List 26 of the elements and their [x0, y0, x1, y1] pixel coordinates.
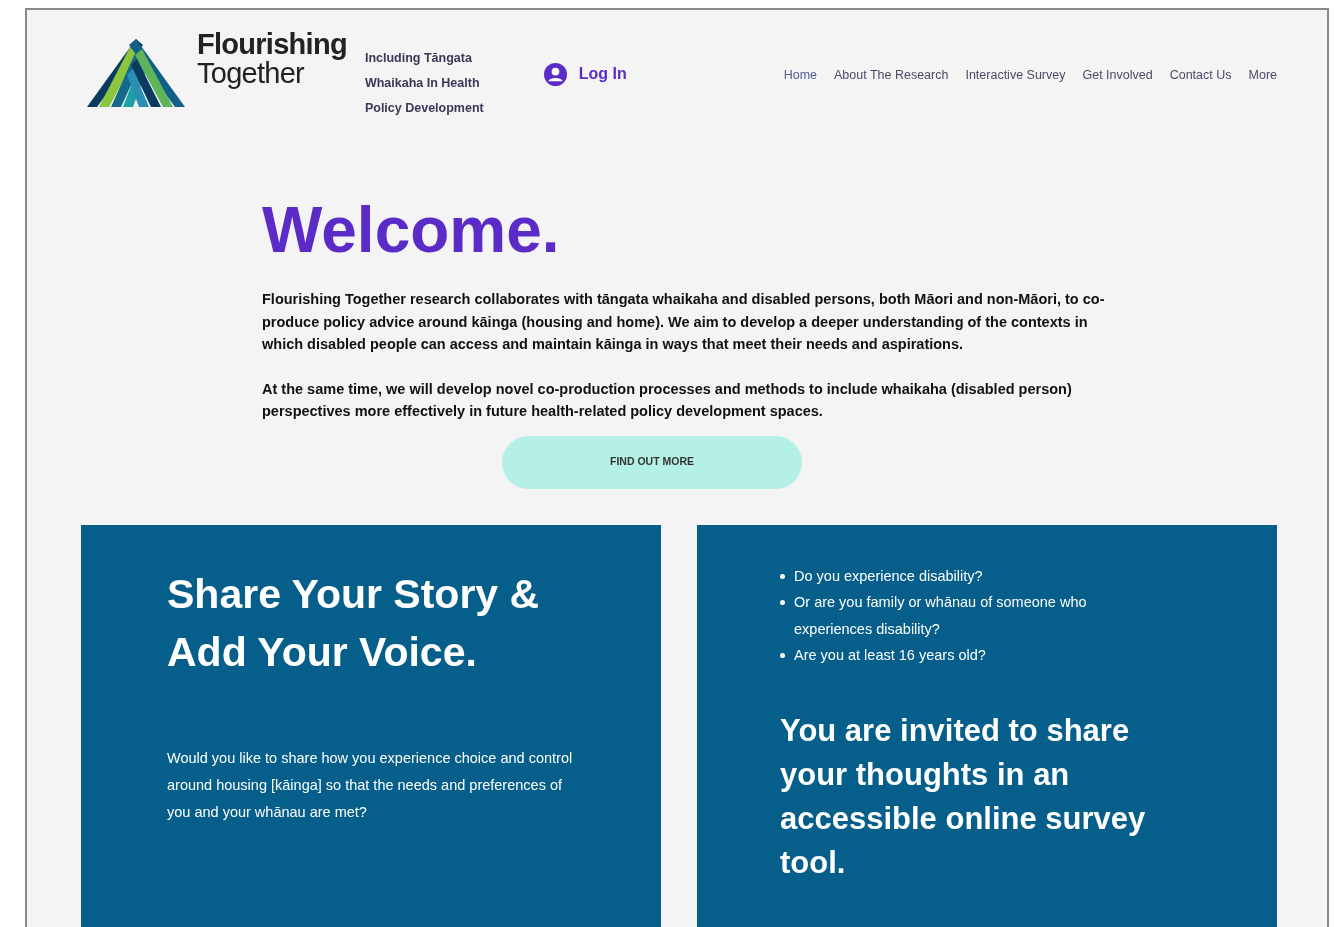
tagline-text: Whaikaha In Health	[364, 75, 481, 92]
question-text: Do you experience disability?	[794, 566, 983, 586]
nav-link[interactable]: About The Research	[834, 66, 949, 85]
nav-link[interactable]: Contact Us	[1169, 66, 1232, 85]
intro-paragraph: At the same time, we will develop novel co-production processes and methods to include whaikaha (disabled person) perspectives more effectively in future health-related policy development spaces.	[262, 379, 1073, 421]
bullet-icon	[780, 653, 785, 658]
intro-paragraph: Flourishing Together research collaborates with tāngata whaikaha and disabled persons, both Māori and non-Māori, to co-produce policy advice around kāinga (housing and home). We aim to develop a deeper understanding of the contexts in which disabled people can access and maintain kāinga in ways that meet their needs and aspirations.	[262, 290, 1106, 354]
nav-link[interactable]: Get Involved	[1082, 66, 1153, 85]
nav-link[interactable]: Interactive Survey	[965, 66, 1066, 85]
nav-link[interactable]: Home	[783, 66, 817, 85]
logo-subtitle: Together	[197, 59, 305, 88]
tagline-text: Policy Development	[364, 100, 484, 117]
find-out-more-button[interactable]: FIND OUT MORE	[502, 435, 802, 489]
bullet-icon	[780, 600, 785, 605]
welcome-heading: Welcome.	[262, 194, 561, 266]
panel-heading: Share Your Story & Add Your Voice.	[167, 569, 541, 677]
question-text: Or are you family or whānau of someone who experiences disability?	[794, 593, 1088, 639]
login-button[interactable]: Log In	[543, 62, 627, 86]
user-avatar-icon	[543, 62, 567, 86]
logo-icon	[87, 39, 185, 107]
panel-text: Would you like to share how you experience choice and control around housing [kāinga] so that the needs and preferences of you and your whānau are met?	[167, 748, 574, 822]
invitation-text: You are invited to share your thoughts in an accessible online survey tool.	[780, 711, 1147, 882]
tagline-text: Including Tāngata	[364, 50, 473, 67]
bullet-icon	[780, 573, 785, 579]
question-text: Are you at least 16 years old?	[794, 646, 986, 665]
nav-link[interactable]: More	[1248, 66, 1277, 85]
